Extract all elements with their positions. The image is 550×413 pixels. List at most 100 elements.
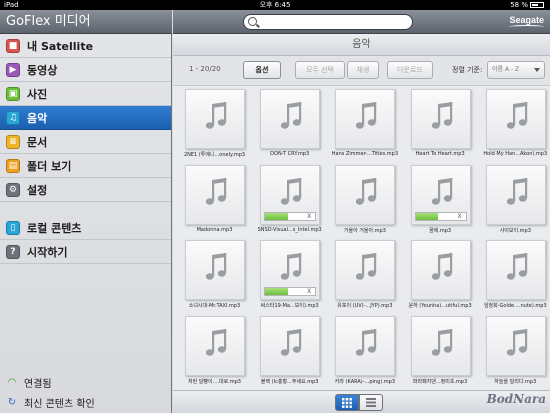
- file-item[interactable]: 사이보이.mp3: [478, 164, 550, 241]
- file-item[interactable]: 파라패지댄...정미초.mp3: [403, 315, 478, 392]
- list-view-button[interactable]: [359, 394, 383, 411]
- download-progress: X: [414, 211, 467, 221]
- file-thumbnail[interactable]: X: [260, 164, 321, 225]
- file-thumbnail[interactable]: [485, 315, 546, 376]
- options-button[interactable]: 옵션: [243, 61, 281, 79]
- sidebar-item-video[interactable]: ▶ 동영상: [0, 58, 171, 82]
- sidebar-item-music[interactable]: ♫ 음악: [0, 106, 171, 130]
- file-item[interactable]: X SNSD-Visual...s_Intel.mp3: [252, 164, 327, 241]
- refresh-icon: ↻: [7, 396, 17, 408]
- file-thumbnail[interactable]: X: [260, 240, 321, 300]
- cancel-download-button[interactable]: X: [307, 213, 311, 221]
- music-icon: ♫: [6, 110, 20, 125]
- section-title: 음악: [173, 34, 550, 56]
- refresh-content-button[interactable]: ↻ 최신 콘텐츠 확인: [0, 392, 171, 412]
- file-item[interactable]: Madonna.mp3: [177, 164, 252, 241]
- app-title: GoFlex 미디어: [0, 10, 172, 34]
- music-note-icon: [206, 102, 227, 129]
- file-name: 블랙 (Ic홍황...주세요.mp3: [260, 378, 319, 385]
- file-item[interactable]: 카라 (KARA)-...ping).mp3: [327, 315, 402, 392]
- sort-label: 정렬 기준:: [452, 66, 483, 74]
- file-item[interactable]: Heart To Heart.mp3: [403, 89, 478, 165]
- file-name: 소녀시대-Mr.TAXI.mp3: [188, 303, 241, 309]
- play-button[interactable]: 재생: [347, 61, 379, 79]
- file-item[interactable]: 저런 달빵이....대로.mp3: [177, 315, 252, 392]
- progress-fill: [265, 212, 288, 220]
- music-note-icon: [506, 102, 527, 129]
- file-thumbnail[interactable]: [185, 89, 245, 149]
- file-item[interactable]: DON-T CRY.mp3: [252, 89, 327, 165]
- file-thumbnail[interactable]: [335, 315, 396, 376]
- sidebar-item-label: 시작하기: [27, 245, 68, 259]
- file-thumbnail[interactable]: X: [410, 164, 471, 225]
- music-note-icon: [281, 253, 302, 280]
- file-item[interactable]: Hold My Han...Akon).mp3: [478, 89, 550, 165]
- sidebar-item-photo[interactable]: ▣ 사진: [0, 82, 171, 106]
- help-icon: ?: [6, 244, 20, 259]
- file-item[interactable]: 거울아 거울아.mp3: [327, 164, 402, 241]
- download-button[interactable]: 다운로드: [387, 61, 433, 79]
- progress-fill: [265, 288, 288, 295]
- battery-percent: 58 %: [510, 1, 528, 9]
- select-all-button[interactable]: 모두 선택: [295, 61, 345, 79]
- file-thumbnail[interactable]: [485, 240, 546, 300]
- file-item[interactable]: 하늘을 달리다.mp3: [478, 315, 550, 392]
- file-thumbnail[interactable]: [410, 89, 471, 149]
- sidebar: GoFlex 미디어 ■ 내 Satellite ▶ 동영상 ▣ 사진 ♫ 음악 ≡ 문서 ▤ 폴더 …: [0, 10, 172, 413]
- file-item[interactable]: X 꿈에.mp3: [403, 164, 478, 241]
- file-thumbnail[interactable]: [260, 89, 321, 149]
- sidebar-item-satellite[interactable]: ■ 내 Satellite: [0, 34, 171, 58]
- file-thumbnail[interactable]: [335, 89, 396, 149]
- clock: 오후 6:45: [259, 1, 291, 9]
- file-thumbnail[interactable]: [485, 164, 546, 225]
- cancel-download-button[interactable]: X: [457, 213, 461, 221]
- file-item[interactable]: 임정희-Golde....nute).mp3: [478, 240, 550, 316]
- sidebar-item-label: 폴더 보기: [27, 159, 72, 173]
- sidebar-item-label: 동영상: [27, 63, 58, 77]
- file-thumbnail[interactable]: [185, 164, 245, 225]
- file-thumbnail[interactable]: [185, 315, 245, 376]
- music-note-icon: [506, 177, 527, 205]
- file-thumbnail[interactable]: [410, 315, 471, 376]
- music-note-icon: [356, 177, 377, 205]
- file-item[interactable]: 유포이 (UV)-...JYP).mp3: [327, 240, 402, 316]
- file-name: 카라 (KARA)-...ping).mp3: [334, 378, 396, 385]
- sidebar-item-label: 음악: [27, 111, 48, 125]
- file-thumbnail[interactable]: [260, 315, 321, 376]
- battery-indicator: 58 %: [510, 0, 544, 10]
- file-item[interactable]: 2NE1 (투에니...onely.mp3: [177, 89, 252, 165]
- file-name: Heart To Heart.mp3: [415, 151, 465, 157]
- file-name: 거울아 거울아.mp3: [343, 227, 386, 234]
- file-item[interactable]: 윤하 (Younha)...utiful.mp3: [403, 240, 478, 316]
- music-note-icon: [281, 102, 302, 129]
- gear-icon: ⚙: [6, 182, 20, 197]
- file-thumbnail[interactable]: [485, 89, 546, 149]
- file-name: 임정희-Golde....nute).mp3: [483, 303, 547, 309]
- file-thumbnail[interactable]: [185, 240, 245, 300]
- cancel-download-button[interactable]: X: [307, 288, 311, 296]
- sidebar-item-document[interactable]: ≡ 문서: [0, 130, 171, 154]
- connection-status: ◠ 연결됨: [0, 372, 171, 392]
- music-note-icon: [206, 328, 227, 356]
- file-item[interactable]: Hans Zimmer-...Titles.mp3: [327, 89, 402, 165]
- sidebar-item-help[interactable]: ? 시작하기: [0, 240, 171, 264]
- document-icon: ≡: [6, 134, 20, 149]
- search-input[interactable]: [243, 14, 413, 30]
- sort-select[interactable]: 이름 A - Z: [487, 61, 545, 79]
- sidebar-item-folder[interactable]: ▤ 폴더 보기: [0, 154, 171, 178]
- file-thumbnail[interactable]: [335, 240, 396, 300]
- file-name: 윤하 (Younha)...utiful.mp3: [408, 303, 472, 309]
- file-item[interactable]: 블랙 (Ic홍황...주세요.mp3: [252, 315, 327, 392]
- sidebar-item-gear[interactable]: ⚙ 설정: [0, 178, 171, 202]
- sidebar-item-local-content[interactable]: ▯ 로컬 콘텐츠: [0, 216, 171, 240]
- file-grid: 2NE1 (투에니...onely.mp3 DON-T CRY.mp3 Hans Z…: [173, 88, 550, 390]
- grid-view-button[interactable]: [335, 394, 359, 411]
- search-icon: [248, 17, 257, 26]
- file-item[interactable]: X 써스타19-Ma...보이).mp3: [252, 240, 327, 316]
- download-progress: X: [264, 211, 317, 221]
- file-name: 2NE1 (투에니...onely.mp3: [183, 152, 246, 158]
- file-thumbnail[interactable]: [410, 240, 471, 300]
- file-item[interactable]: 소녀시대-Mr.TAXI.mp3: [177, 240, 252, 316]
- file-thumbnail[interactable]: [335, 164, 396, 225]
- music-note-icon: [356, 253, 377, 280]
